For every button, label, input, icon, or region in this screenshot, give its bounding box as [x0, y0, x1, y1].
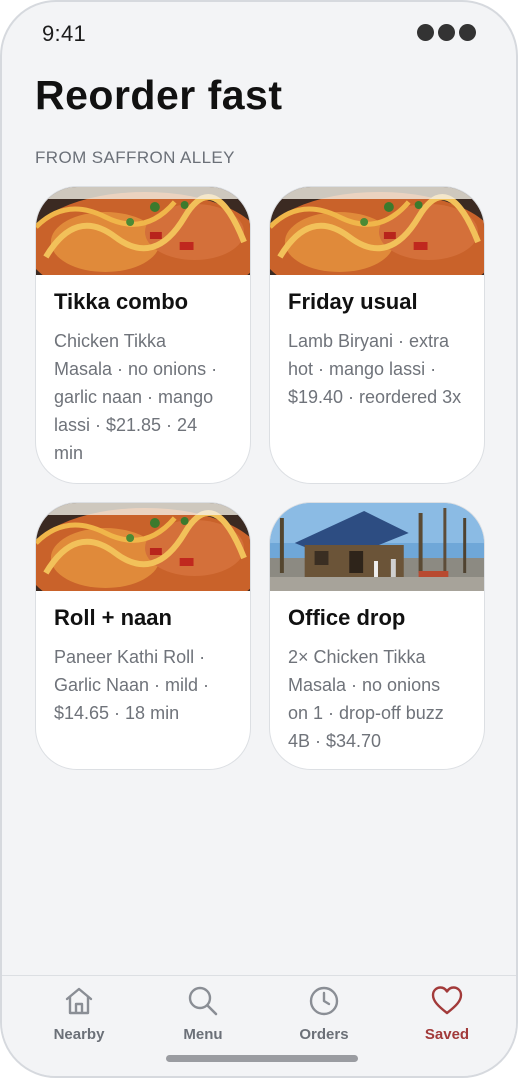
- search-icon: [188, 986, 218, 1016]
- reorder-card-tikka-combo[interactable]: Tikka combo Chicken Tikka Masala · no on…: [35, 186, 251, 484]
- reorder-card-roll-naan[interactable]: Roll + naan Paneer Kathi Roll · Garlic N…: [35, 502, 251, 770]
- tab-label: Menu: [183, 1026, 223, 1043]
- card-description: Lamb Biryani · extra hot · mango lassi ·…: [288, 331, 462, 408]
- page-title: Reorder fast: [35, 72, 283, 118]
- tab-saved[interactable]: Saved: [387, 984, 507, 1043]
- card-description: Paneer Kathi Roll · Garlic Naan · mild ·…: [54, 647, 210, 724]
- section-label: FROM SAFFRON ALLEY: [35, 148, 235, 167]
- tab-orders[interactable]: Orders: [264, 984, 384, 1043]
- curry-dish-photo: [36, 503, 250, 591]
- tab-menu[interactable]: Menu: [143, 984, 263, 1043]
- home-icon: [65, 987, 93, 1015]
- status-bar: 9:41: [2, 2, 516, 62]
- heart-icon: [431, 986, 463, 1015]
- status-indicator-icon: [417, 24, 476, 41]
- card-title: Office drop: [288, 605, 406, 630]
- home-indicator[interactable]: [166, 1055, 358, 1062]
- tab-nearby[interactable]: Nearby: [19, 984, 139, 1043]
- curry-dish-photo: [270, 187, 484, 275]
- curry-dish-photo: [36, 187, 250, 275]
- clock-icon: [309, 986, 339, 1016]
- reorder-card-office-drop[interactable]: Office drop 2× Chicken Tikka Masala · no…: [269, 502, 485, 770]
- reorder-card-grid: Tikka combo Chicken Tikka Masala · no on…: [35, 186, 487, 770]
- card-description: 2× Chicken Tikka Masala · no onions on 1…: [288, 647, 444, 752]
- tab-label: Orders: [299, 1026, 349, 1043]
- card-title: Roll + naan: [54, 605, 172, 630]
- card-title: Tikka combo: [54, 289, 189, 314]
- card-description: Chicken Tikka Masala · no onions · garli…: [54, 331, 218, 464]
- tab-label: Saved: [424, 1026, 470, 1043]
- log-cabin-photo: [270, 503, 484, 591]
- phone-frame: 9:41 Reorder fast FROM SAFFRON ALLEY Tik…: [0, 0, 518, 1078]
- tab-bar: Nearby Menu Orders Saved: [2, 975, 516, 1076]
- status-time: 9:41: [42, 21, 87, 46]
- tab-label: Nearby: [53, 1026, 105, 1043]
- card-title: Friday usual: [288, 289, 418, 314]
- reorder-card-friday-usual[interactable]: Friday usual Lamb Biryani · extra hot · …: [269, 186, 485, 484]
